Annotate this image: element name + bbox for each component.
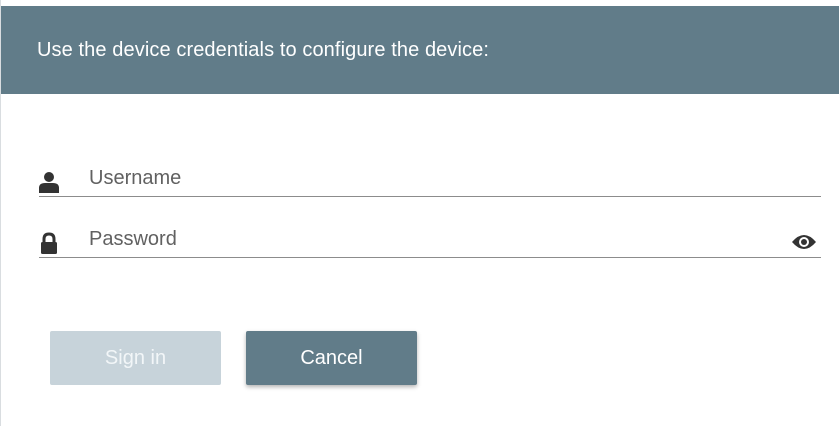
password-input[interactable]	[89, 225, 769, 253]
password-field	[39, 218, 821, 258]
username-input[interactable]	[89, 164, 769, 192]
dialog-header: Use the device credentials to configure …	[1, 6, 839, 94]
cancel-button[interactable]: Cancel	[246, 331, 417, 385]
credentials-dialog: Use the device credentials to configure …	[0, 0, 839, 426]
username-field	[39, 157, 821, 197]
user-icon	[39, 171, 59, 193]
lock-icon	[39, 232, 59, 254]
eye-icon[interactable]	[791, 233, 817, 251]
sign-in-button[interactable]: Sign in	[50, 331, 221, 385]
dialog-title: Use the device credentials to configure …	[37, 38, 490, 61]
